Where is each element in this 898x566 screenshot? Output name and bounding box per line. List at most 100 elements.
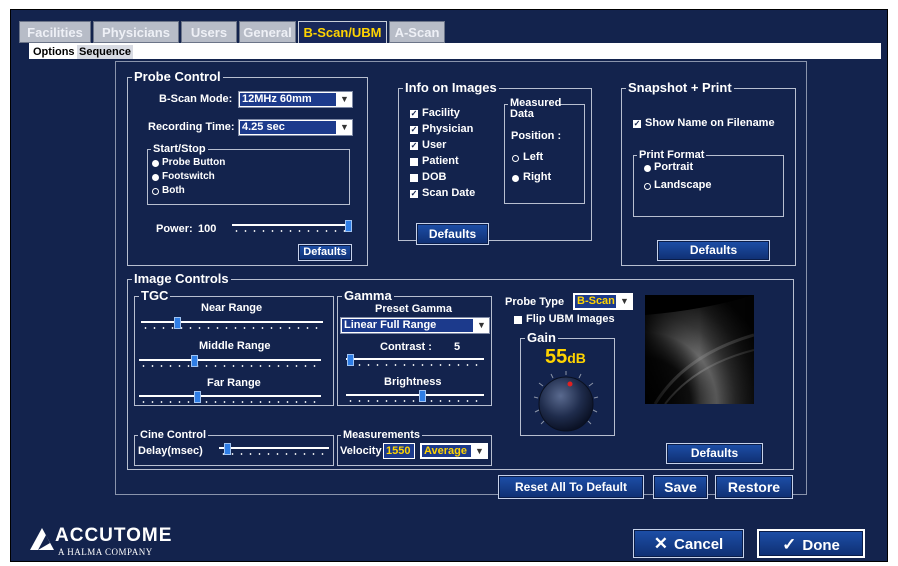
physician-label: Physician: [422, 123, 474, 135]
landscape-radio[interactable]: [644, 183, 651, 190]
restore-button[interactable]: Restore: [715, 475, 793, 499]
right-radio[interactable]: [512, 175, 519, 182]
physician-checkbox[interactable]: ✓: [410, 126, 418, 134]
start-stop-title: Start/Stop: [151, 142, 208, 156]
facility-label: Facility: [422, 107, 460, 119]
velocity-mode-select[interactable]: Average ▼: [420, 443, 488, 459]
power-slider-thumb[interactable]: [345, 220, 352, 232]
far-range-label: Far Range: [207, 377, 261, 389]
tgc-title: TGC: [139, 288, 171, 304]
preset-gamma-select[interactable]: Linear Full Range ▼: [340, 317, 490, 334]
chevron-down-icon: ▼: [472, 444, 487, 458]
save-button[interactable]: Save: [653, 475, 708, 499]
probe-type-select[interactable]: B-Scan ▼: [573, 293, 633, 310]
cancel-button[interactable]: ✕ Cancel: [633, 529, 744, 558]
probe-defaults-button[interactable]: Defaults: [298, 244, 352, 261]
accutome-logo: ACCUTOME A HALMA COMPANY: [25, 523, 185, 559]
checkmark-icon: ✓: [782, 535, 797, 554]
tab-general[interactable]: General: [239, 21, 296, 43]
show-name-checkbox[interactable]: ✓: [633, 120, 641, 128]
far-range-thumb[interactable]: [194, 391, 202, 403]
logo-subtext: A HALMA COMPANY: [58, 547, 153, 557]
show-name-label: Show Name on Filename: [645, 117, 775, 129]
power-label: Power:: [156, 223, 193, 235]
both-label: Both: [162, 185, 185, 196]
tab-users[interactable]: Users: [181, 21, 237, 43]
middle-range-thumb[interactable]: [190, 355, 198, 367]
settings-window: Facilities Physicians Users General B-Sc…: [10, 9, 888, 562]
near-range-slider[interactable]: [141, 317, 323, 331]
gain-readout: 55dB: [545, 346, 586, 369]
gain-knob[interactable]: [531, 369, 601, 435]
gain-knob-indicator: [567, 381, 573, 387]
delay-thumb[interactable]: [223, 443, 231, 455]
info-on-images-group: Info on Images ✓ Facility ✓ Physician ✓ …: [398, 80, 592, 245]
flip-ubm-checkbox[interactable]: [514, 316, 522, 324]
tab-facilities[interactable]: Facilities: [19, 21, 91, 43]
contrast-thumb[interactable]: [347, 354, 355, 366]
landscape-label: Landscape: [654, 179, 712, 191]
brightness-slider[interactable]: [346, 390, 484, 404]
tab-physicians[interactable]: Physicians: [93, 21, 179, 43]
bscan-mode-label: B-Scan Mode:: [159, 93, 233, 105]
dob-checkbox[interactable]: [410, 174, 418, 182]
reset-all-button[interactable]: Reset All To Default: [498, 475, 644, 499]
chevron-down-icon: ▼: [337, 120, 352, 135]
done-button[interactable]: ✓ Done: [757, 529, 865, 558]
snapshot-print-title: Snapshot + Print: [626, 80, 734, 96]
gain-value: 55: [545, 346, 568, 368]
info-on-images-title: Info on Images: [403, 80, 499, 96]
image-defaults-button[interactable]: Defaults: [666, 443, 763, 464]
subtab-strip: [29, 43, 881, 59]
bscan-mode-value: 12MHz 60mm: [240, 93, 336, 106]
delay-slider[interactable]: [219, 443, 329, 457]
scan-date-checkbox[interactable]: ✓: [410, 190, 418, 198]
tgc-group: TGC Near Range Middle Range Far Range: [134, 288, 334, 406]
left-radio[interactable]: [512, 155, 519, 162]
subtab-sequence[interactable]: Sequence: [77, 45, 133, 59]
contrast-slider[interactable]: [346, 354, 484, 368]
options-panel: Probe Control B-Scan Mode: 12MHz 60mm ▼ …: [115, 61, 807, 499]
chevron-down-icon: ▼: [474, 318, 489, 333]
user-label: User: [422, 139, 447, 151]
subtab-options[interactable]: Options: [31, 45, 77, 59]
footswitch-label: Footswitch: [162, 171, 215, 182]
left-label: Left: [523, 151, 544, 163]
image-controls-group: Image Controls TGC Near Range Middle Ran…: [127, 271, 794, 470]
probe-button-label: Probe Button: [162, 157, 226, 168]
dob-label: DOB: [422, 171, 447, 183]
near-range-label: Near Range: [201, 302, 263, 314]
footswitch-radio[interactable]: [152, 174, 159, 181]
middle-range-slider[interactable]: [139, 355, 321, 369]
velocity-mode-value: Average: [422, 445, 471, 457]
tab-bscan-ubm[interactable]: B-Scan/UBM: [298, 21, 387, 44]
recording-time-select[interactable]: 4.25 sec ▼: [238, 119, 353, 136]
bscan-mode-select[interactable]: 12MHz 60mm ▼: [238, 91, 353, 108]
patient-checkbox[interactable]: [410, 158, 418, 166]
far-range-slider[interactable]: [139, 391, 321, 405]
info-defaults-button[interactable]: Defaults: [416, 223, 489, 245]
chevron-down-icon: ▼: [617, 294, 632, 309]
facility-checkbox[interactable]: ✓: [410, 110, 418, 118]
print-format-title: Print Format: [637, 148, 707, 162]
gamma-group: Gamma Preset Gamma Linear Full Range ▼ C…: [337, 288, 492, 406]
recording-time-value: 4.25 sec: [240, 121, 336, 134]
position-label: Position :: [511, 130, 562, 142]
middle-range-label: Middle Range: [199, 340, 271, 352]
probe-control-group: Probe Control B-Scan Mode: 12MHz 60mm ▼ …: [127, 69, 368, 266]
gain-group: Gain 55dB: [520, 330, 615, 436]
velocity-input[interactable]: 1550: [383, 443, 415, 459]
start-stop-group: Start/Stop Probe Button Footswitch Both: [147, 142, 350, 205]
tab-ascan[interactable]: A-Scan: [389, 21, 445, 43]
power-slider[interactable]: [232, 220, 352, 234]
near-range-thumb[interactable]: [174, 317, 182, 329]
snapshot-defaults-button[interactable]: Defaults: [657, 240, 770, 261]
probe-button-radio[interactable]: [152, 160, 159, 167]
preset-gamma-value: Linear Full Range: [342, 319, 473, 332]
user-checkbox[interactable]: ✓: [410, 142, 418, 150]
contrast-value: 5: [454, 341, 461, 353]
brightness-thumb[interactable]: [418, 390, 426, 402]
portrait-radio[interactable]: [644, 165, 651, 172]
delay-label: Delay(msec): [138, 445, 203, 457]
both-radio[interactable]: [152, 188, 159, 195]
